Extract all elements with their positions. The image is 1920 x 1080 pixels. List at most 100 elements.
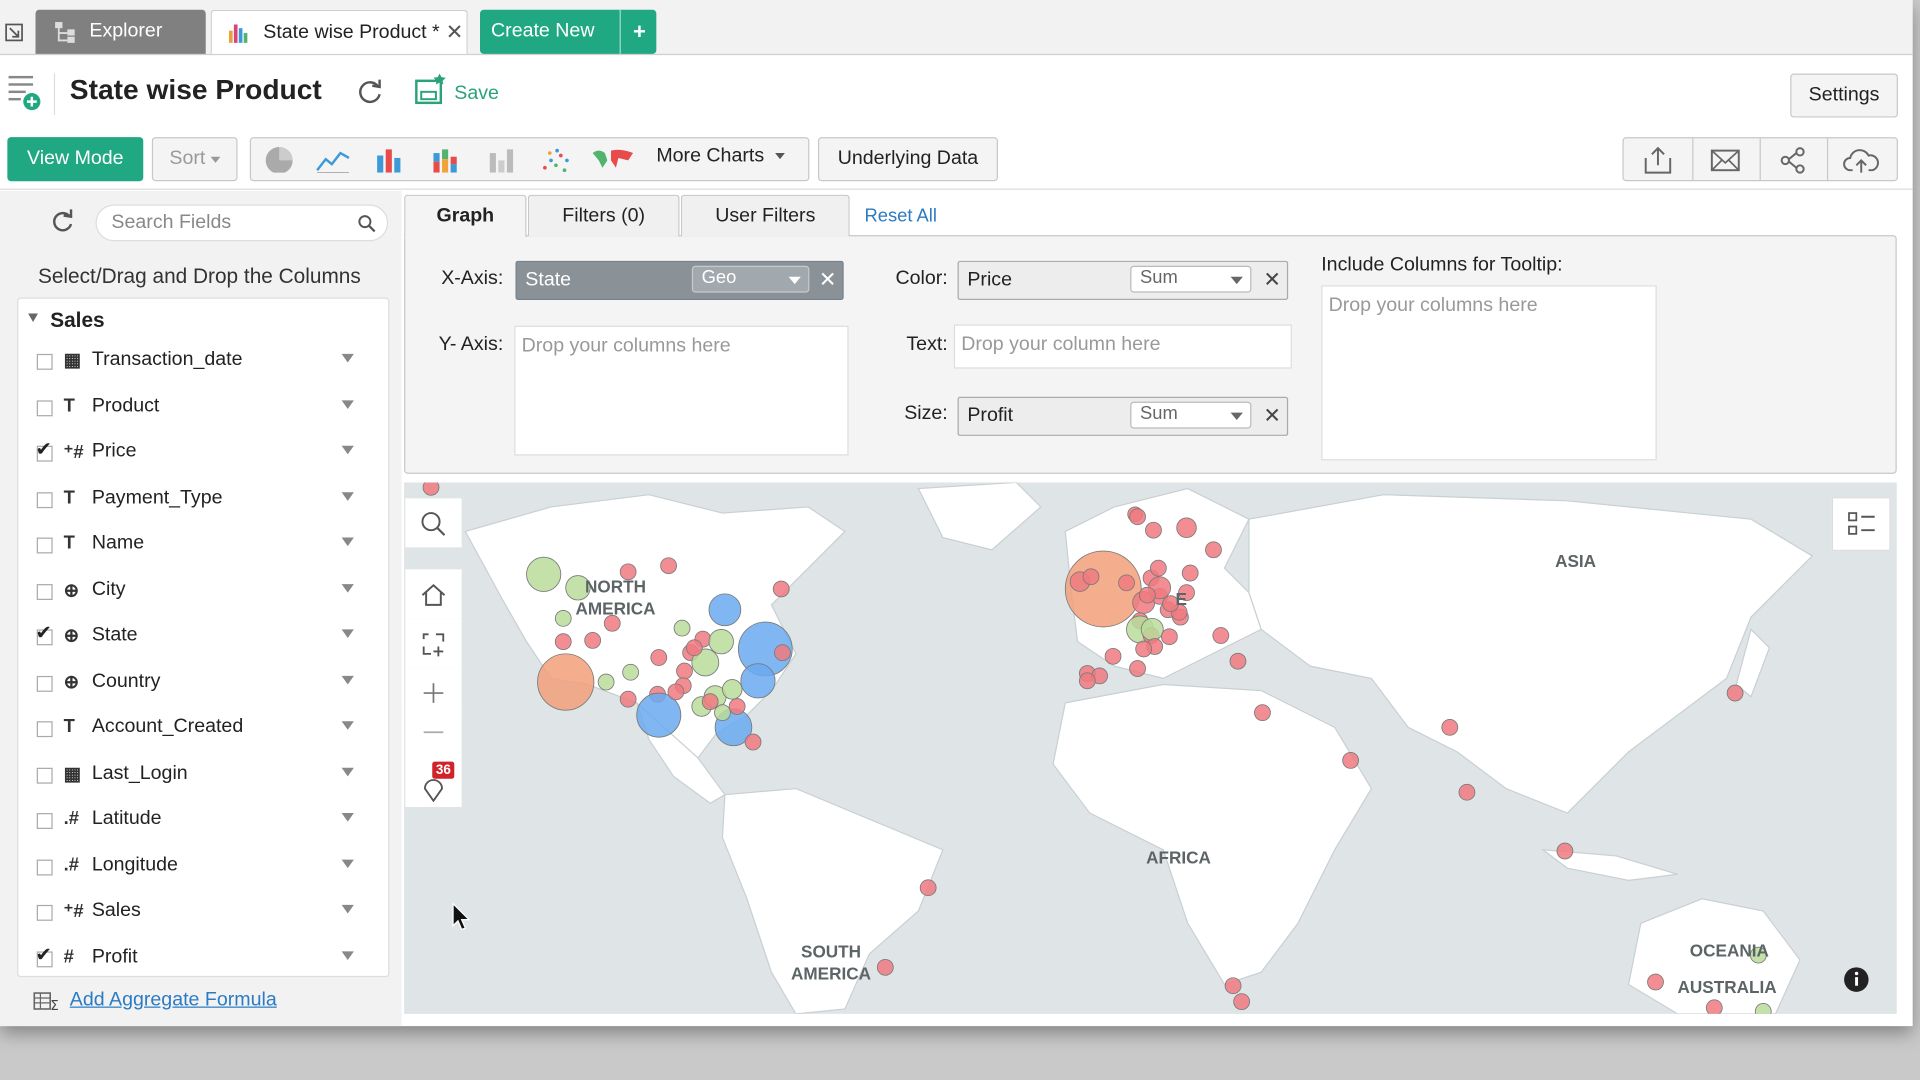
- field-product[interactable]: T Product: [18, 390, 388, 427]
- map-bubble[interactable]: [526, 556, 562, 592]
- map-bubble[interactable]: [919, 879, 937, 897]
- cloud-upload-icon[interactable]: [1843, 146, 1880, 175]
- map-bubble[interactable]: [422, 482, 440, 496]
- checkbox[interactable]: [36, 537, 53, 554]
- field-country[interactable]: ⊕ Country: [18, 666, 388, 703]
- sort-button[interactable]: Sort: [151, 137, 238, 182]
- tooltip-dropzone[interactable]: Drop your columns here: [1321, 285, 1657, 461]
- close-tab-icon[interactable]: ✕: [446, 20, 463, 44]
- field-state[interactable]: ✔ ⊕ State: [18, 620, 388, 657]
- checkbox[interactable]: [36, 767, 53, 784]
- map-bubble[interactable]: [774, 644, 791, 662]
- map-bubble[interactable]: [1556, 842, 1574, 860]
- map-search-button[interactable]: [405, 498, 462, 548]
- filter-arrow-icon[interactable]: [341, 445, 354, 455]
- map-bubble[interactable]: [1254, 704, 1271, 722]
- grayed-bar-chart-icon[interactable]: [486, 146, 520, 173]
- map-bubble[interactable]: [1212, 627, 1230, 644]
- map-select-region-button[interactable]: [405, 618, 462, 668]
- collapse-group-icon[interactable]: [28, 313, 38, 323]
- field-profit[interactable]: ✔ # Profit: [18, 941, 388, 978]
- map-bubble[interactable]: [722, 679, 743, 700]
- map-bubble[interactable]: [1233, 993, 1251, 1011]
- color-aggregation-select[interactable]: Sum: [1130, 265, 1252, 293]
- map-bubble[interactable]: [1229, 652, 1247, 670]
- pie-chart-icon[interactable]: [263, 146, 297, 173]
- map-bubble[interactable]: [708, 628, 734, 655]
- filter-arrow-icon[interactable]: [341, 767, 354, 776]
- map-bubble[interactable]: [1205, 541, 1222, 559]
- add-aggregate-formula-link[interactable]: Add Aggregate Formula: [70, 989, 277, 1011]
- field-latitude[interactable]: .# Latitude: [18, 803, 388, 840]
- filter-arrow-icon[interactable]: [341, 904, 354, 914]
- map-bubble[interactable]: [660, 557, 677, 575]
- map-bubble[interactable]: [1176, 517, 1197, 538]
- filter-arrow-icon[interactable]: [341, 537, 354, 547]
- email-icon[interactable]: [1709, 147, 1741, 174]
- map-bubble[interactable]: [1082, 568, 1100, 586]
- map-bubble[interactable]: [1118, 574, 1135, 592]
- map-bubble[interactable]: [685, 639, 703, 657]
- filter-arrow-icon[interactable]: [341, 813, 354, 822]
- map-bubble[interactable]: [1342, 752, 1360, 769]
- map-bubble[interactable]: [740, 663, 776, 699]
- map-bubble[interactable]: [1078, 672, 1096, 690]
- map-bubble[interactable]: [1161, 628, 1178, 646]
- checkbox[interactable]: [36, 721, 53, 738]
- map-bubble[interactable]: [1726, 684, 1744, 702]
- map-home-button[interactable]: [405, 569, 462, 619]
- more-charts-dropdown[interactable]: More Charts: [656, 146, 786, 168]
- map-bubble[interactable]: [1135, 640, 1153, 658]
- plus-icon[interactable]: +: [619, 9, 646, 54]
- map-bubble[interactable]: [622, 663, 640, 681]
- info-icon[interactable]: [1843, 966, 1870, 993]
- field-name[interactable]: T Name: [18, 528, 388, 565]
- field-price[interactable]: ✔ ⁺# Price: [18, 436, 388, 473]
- search-fields-input[interactable]: Search Fields: [95, 204, 389, 242]
- create-new-button[interactable]: Create New +: [480, 9, 657, 54]
- map-bubble[interactable]: [744, 733, 762, 751]
- filter-arrow-icon[interactable]: [341, 353, 354, 363]
- size-pill[interactable]: Profit Sum ✕: [957, 396, 1289, 436]
- field-sales[interactable]: ⁺# Sales: [18, 895, 388, 932]
- map-bubble[interactable]: [1181, 564, 1199, 582]
- refresh-icon[interactable]: [355, 77, 384, 106]
- map-bubble[interactable]: [708, 593, 742, 627]
- map-bubble[interactable]: [1224, 977, 1242, 995]
- tab-filters[interactable]: Filters (0): [527, 194, 680, 237]
- x-axis-pill[interactable]: State Geo ✕: [515, 260, 844, 301]
- map-bubble[interactable]: [1138, 586, 1156, 604]
- filter-arrow-icon[interactable]: [341, 491, 354, 501]
- x-axis-aggregation-select[interactable]: Geo: [691, 265, 810, 293]
- save-icon[interactable]: [414, 71, 448, 108]
- geo-map-chart-icon[interactable]: [591, 146, 635, 173]
- filter-arrow-icon[interactable]: [341, 583, 354, 593]
- map-bubble[interactable]: [597, 673, 615, 691]
- tab-explorer[interactable]: Explorer: [35, 9, 206, 54]
- filter-arrow-icon[interactable]: [341, 629, 354, 638]
- map-bubble[interactable]: [1754, 1003, 1772, 1014]
- checkbox[interactable]: [36, 675, 53, 692]
- export-icon[interactable]: [1642, 146, 1674, 175]
- field-group-sales[interactable]: Sales: [50, 309, 104, 333]
- view-mode-button[interactable]: View Mode: [7, 137, 144, 182]
- map-bubble[interactable]: [714, 704, 731, 722]
- tab-state-wise-product[interactable]: State wise Product * ✕: [210, 9, 468, 54]
- scatter-chart-icon[interactable]: [540, 146, 574, 173]
- map-bubble[interactable]: [537, 653, 595, 711]
- map-bubble[interactable]: [1647, 973, 1664, 991]
- checkbox[interactable]: [36, 583, 53, 600]
- field-transaction-date[interactable]: ▦ Transaction_date: [18, 344, 388, 381]
- checkbox[interactable]: [36, 904, 53, 921]
- add-report-icon[interactable]: [7, 73, 44, 112]
- map-bubble[interactable]: [1705, 999, 1723, 1014]
- map-markers-button[interactable]: 36: [405, 757, 462, 807]
- map-bubble[interactable]: [1145, 521, 1162, 539]
- checkbox[interactable]: [36, 491, 53, 508]
- map-bubble[interactable]: [1104, 647, 1122, 665]
- map-bubble[interactable]: [876, 958, 894, 976]
- filter-arrow-icon[interactable]: [341, 399, 354, 409]
- geo-map[interactable]: NORTH AMERICA E ASIA AFRICA SOUTH AMERICA …: [404, 482, 1897, 1014]
- field-city[interactable]: ⊕ City: [18, 574, 388, 611]
- field-payment-type[interactable]: T Payment_Type: [18, 482, 388, 519]
